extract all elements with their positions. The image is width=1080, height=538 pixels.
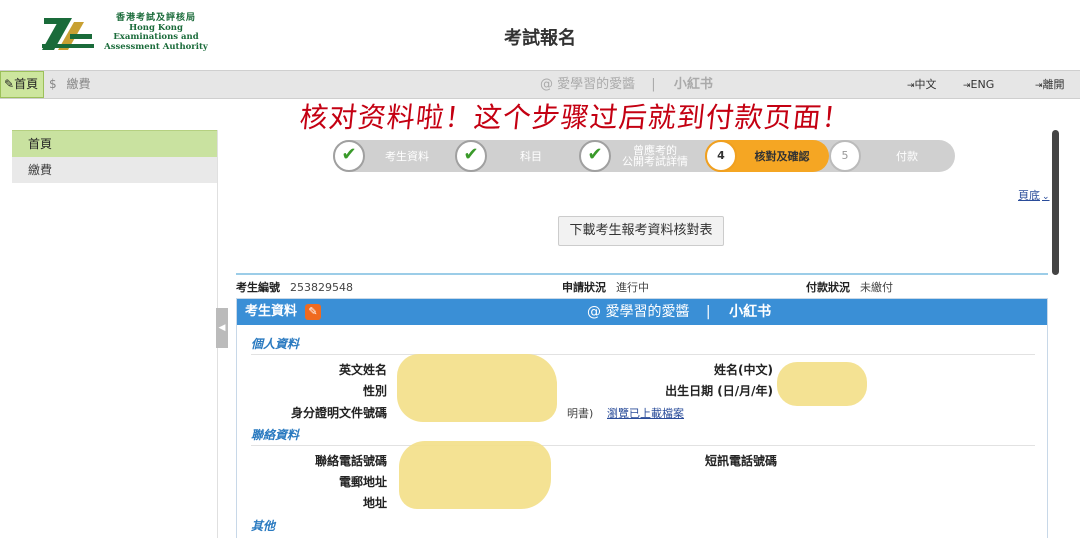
- nav-home-button[interactable]: ✎首頁: [0, 71, 44, 98]
- lang-zh-link[interactable]: ⇥中文: [907, 71, 937, 100]
- step-previous-exams: ✔ 曾應考的 公開考試詳情: [579, 140, 705, 172]
- redaction-mask: [397, 354, 557, 422]
- panel-title: 考生資料: [245, 304, 298, 319]
- watermark: @ 愛學習的愛醬 | 小紅书: [540, 77, 713, 92]
- annotation-banner: 核对资料啦！这个步骤过后就到付款页面！: [298, 101, 853, 134]
- step-label: 科目: [520, 149, 542, 163]
- application-status: 申請狀況 進行中: [562, 281, 649, 294]
- candidate-info-panel: 考生資料 ✎ @ 愛學習的愛醬 | 小紅书 個人資料 英文姓名 姓名(中文) 性…: [236, 298, 1048, 538]
- top-nav-bar: ✎首頁 $ 繳費 @ 愛學習的愛醬 | 小紅书 ⇥中文 ⇥ENG ⇥離開: [0, 70, 1080, 99]
- id-document-suffix: 明書): [567, 407, 594, 420]
- section-contact: 聯絡資料: [251, 428, 300, 442]
- label-email: 電郵地址: [338, 475, 387, 489]
- label-phone: 聯絡電話號碼: [314, 454, 387, 468]
- view-uploaded-file-link[interactable]: 瀏覽已上載檔案: [607, 405, 684, 421]
- payment-status: 付款狀況 未繳付: [806, 281, 893, 294]
- sidebar-item-pay[interactable]: 繳費: [12, 157, 217, 183]
- label-address: 地址: [362, 496, 387, 510]
- step-payment: 5 付款: [829, 140, 955, 172]
- label-sms-phone: 短訊電話號碼: [704, 454, 777, 468]
- check-icon: ✔: [579, 140, 611, 172]
- step-verify-confirm: 4 核對及確認: [705, 140, 829, 172]
- redaction-mask: [777, 362, 867, 406]
- check-icon: ✔: [455, 140, 487, 172]
- chevron-left-icon: ◀: [218, 323, 226, 333]
- label-id-document: 身分證明文件號碼: [290, 406, 387, 420]
- nav-pay-link[interactable]: $ 繳費: [49, 71, 90, 98]
- step-candidate-info: ✔ 考生資料: [333, 140, 453, 172]
- label-english-name: 英文姓名: [338, 363, 387, 377]
- step-number: 5: [829, 140, 861, 172]
- step-label: 付款: [896, 149, 918, 163]
- label-gender: 性別: [362, 384, 387, 398]
- section-personal: 個人資料: [251, 337, 300, 351]
- edit-icon[interactable]: ✎: [305, 304, 321, 320]
- step-label: 曾應考的 公開考試詳情: [622, 144, 688, 168]
- label-chinese-name: 姓名(中文): [714, 363, 773, 377]
- arrow-icon: ⇥: [963, 81, 971, 91]
- scrollbar-thumb[interactable]: [1052, 130, 1059, 275]
- divider: [236, 273, 1048, 275]
- page-title: 考試報名: [504, 28, 576, 49]
- divider: [251, 445, 1035, 446]
- step-number: 4: [705, 140, 737, 172]
- step-subjects: ✔ 科目: [455, 140, 577, 172]
- page-bottom-link[interactable]: 頁底 ⌄: [1018, 187, 1050, 203]
- check-icon: ✔: [333, 140, 365, 172]
- candidate-number: 考生編號 253829548: [236, 281, 353, 294]
- chevron-down-icon: ⌄: [1042, 192, 1050, 202]
- progress-steps: ✔ 考生資料 ✔ 科目 ✔ 曾應考的 公開考試詳情 4 核對及確認 5 付款: [333, 140, 955, 172]
- download-checklist-button[interactable]: 下載考生報考資料核對表: [558, 216, 724, 246]
- redaction-mask: [399, 441, 551, 509]
- section-other: 其他: [251, 519, 276, 533]
- sidebar: 首頁 繳費: [12, 130, 218, 538]
- lang-en-link[interactable]: ⇥ENG: [963, 71, 994, 100]
- logout-link[interactable]: ⇥離開: [1035, 71, 1065, 100]
- edit-icon: ✎: [4, 77, 15, 91]
- step-label: 核對及確認: [754, 149, 810, 163]
- nav-pay-label: 繳費: [66, 77, 91, 91]
- sidebar-collapse-toggle[interactable]: ◀: [216, 308, 228, 348]
- sidebar-item-home[interactable]: 首頁: [12, 130, 217, 157]
- arrow-icon: ⇥: [1035, 81, 1043, 91]
- watermark: @ 愛學習的愛醬 | 小紅书: [587, 304, 772, 320]
- label-dob: 出生日期 (日/月/年): [665, 384, 773, 398]
- step-label: 考生資料: [385, 149, 429, 163]
- arrow-icon: ⇥: [907, 81, 915, 91]
- divider: [251, 354, 1035, 355]
- dollar-icon: $: [49, 77, 57, 91]
- panel-header: 考生資料 ✎ @ 愛學習的愛醬 | 小紅书: [237, 299, 1047, 325]
- nav-home-label: 首頁: [14, 77, 39, 91]
